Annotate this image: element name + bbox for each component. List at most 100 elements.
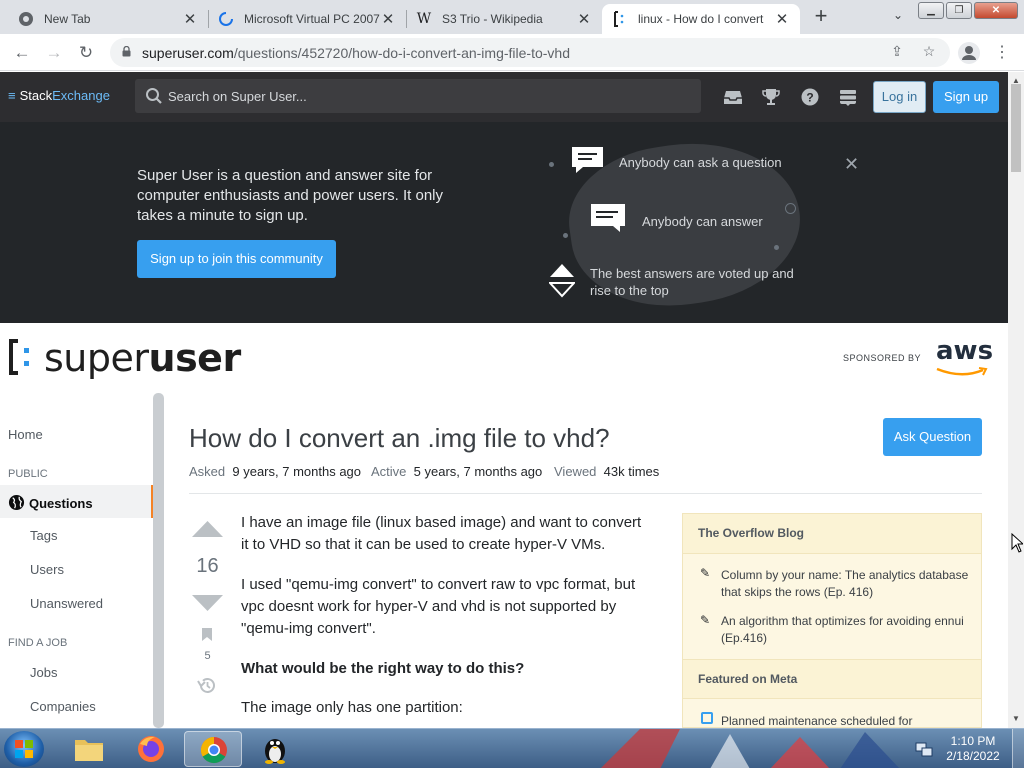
url-path: /questions/452720/how-do-i-convert-an-im… (233, 45, 570, 61)
superuser-icon (612, 11, 628, 27)
new-tab-button[interactable]: + (809, 5, 833, 28)
close-tab-icon[interactable]: ✕ (380, 10, 396, 28)
login-button[interactable]: Log in (873, 81, 926, 113)
taskbar-explorer[interactable] (60, 731, 118, 767)
tab-superuser[interactable]: linux - How do I convert ✕ (602, 4, 800, 34)
active-label: Active (371, 464, 407, 479)
tab-title: Microsoft Virtual PC 2007 (244, 12, 380, 26)
left-nav-scrollbar[interactable] (153, 393, 164, 728)
superuser-logo[interactable]: superuser (8, 336, 241, 380)
ask-question-button[interactable]: Ask Question (883, 418, 982, 456)
search-placeholder: Search on Super User... (168, 89, 307, 104)
feature-answer: Anybody can answer (642, 214, 763, 229)
start-button[interactable] (4, 731, 44, 767)
mouse-cursor-icon (1011, 533, 1023, 553)
reload-icon[interactable]: ↻ (75, 42, 97, 64)
forward-icon[interactable]: → (43, 42, 65, 64)
close-window-button[interactable]: ✕ (974, 2, 1018, 19)
chrome-icon (18, 11, 34, 27)
active-value[interactable]: 5 years, 7 months ago (414, 464, 543, 479)
restore-button[interactable]: ❐ (946, 2, 972, 19)
show-desktop-button[interactable] (1012, 729, 1024, 768)
tab-title: linux - How do I convert (638, 12, 764, 26)
join-community-button[interactable]: Sign up to join this community (137, 240, 336, 278)
nav-jobs[interactable]: Jobs (30, 665, 57, 680)
blog-link[interactable]: An algorithm that optimizes for avoiding… (721, 613, 971, 647)
post-paragraph: I have an image file (linux based image)… (241, 514, 642, 553)
profile-avatar-icon[interactable] (958, 42, 980, 64)
downvote-arrow-icon[interactable] (192, 595, 223, 612)
signup-hero-banner: Super User is a question and answer site… (0, 122, 1008, 323)
stackexchange-topbar: ≡ StackExchange Search on Super User... ? (0, 72, 1008, 122)
taskbar-linux-app[interactable] (246, 731, 304, 767)
address-bar[interactable]: superuser.com/questions/452720/how-do-i-… (110, 38, 950, 67)
hero-description: Super User is a question and answer site… (137, 167, 443, 224)
tab-search-icon[interactable]: ⌄ (888, 8, 908, 26)
logo-exchange-text: Exchange (52, 88, 110, 103)
post-paragraph: The image only has one partition: (241, 699, 463, 716)
inbox-icon[interactable] (723, 87, 743, 107)
nav-unanswered[interactable]: Unanswered (30, 596, 103, 611)
minimize-button[interactable]: ▁ (918, 2, 944, 19)
window-controls: ▁ ❐ ✕ (916, 2, 1018, 19)
globe-icon (8, 494, 25, 511)
page-scrollbar-thumb[interactable] (1011, 84, 1021, 172)
achievements-trophy-icon[interactable] (761, 87, 781, 107)
tab-wikipedia[interactable]: W S3 Trio - Wikipedia ✕ (406, 4, 602, 34)
nav-questions[interactable]: Questions (8, 494, 93, 511)
site-header: superuser SPONSORED BY aws (0, 323, 1008, 393)
menu-kebab-icon[interactable]: ⋮ (994, 42, 1010, 64)
svg-text:?: ? (806, 91, 813, 105)
browser-toolbar: ← → ↻ superuser.com/questions/452720/how… (0, 34, 1024, 71)
post-paragraph: I used "qemu-img convert" to convert raw… (241, 576, 636, 637)
active-meta: Active 5 years, 7 months ago (371, 464, 542, 479)
tab-strip: New Tab ✕ Microsoft Virtual PC 2007 ✕ W … (0, 0, 1024, 34)
search-input[interactable]: Search on Super User... (135, 79, 701, 113)
help-icon[interactable]: ? (800, 87, 820, 107)
bookmark-star-icon[interactable]: ☆ (920, 43, 938, 61)
windows-logo-icon (15, 740, 33, 758)
wallpaper-graphic (601, 729, 900, 768)
vote-count: 16 (196, 555, 219, 577)
scroll-down-arrow-icon[interactable]: ▼ (1012, 714, 1020, 723)
upvote-arrow-icon[interactable] (192, 521, 223, 538)
back-icon[interactable]: ← (11, 42, 33, 64)
blog-link[interactable]: Column by your name: The analytics datab… (721, 567, 971, 601)
meta-heading: Featured on Meta (683, 659, 981, 699)
tab-title: S3 Trio - Wikipedia (442, 12, 543, 26)
network-icon[interactable] (915, 740, 933, 758)
tab-new-tab[interactable]: New Tab ✕ (8, 4, 208, 34)
viewed-value: 43k times (603, 464, 660, 479)
nav-tags[interactable]: Tags (30, 528, 57, 543)
close-tab-icon[interactable]: ✕ (182, 10, 198, 28)
overflow-blog-widget: The Overflow Blog ✎ Column by your name:… (682, 513, 982, 728)
nav-companies[interactable]: Companies (30, 699, 96, 714)
nav-users[interactable]: Users (30, 562, 64, 577)
viewed-label: Viewed (554, 464, 597, 479)
bookmark-icon[interactable] (201, 627, 213, 642)
wikipedia-icon: W (416, 11, 432, 27)
close-tab-icon[interactable]: ✕ (576, 10, 592, 28)
aws-logo[interactable]: aws (936, 336, 994, 376)
nav-home[interactable]: Home (8, 427, 43, 442)
blog-heading: The Overflow Blog (683, 514, 981, 554)
stackexchange-logo[interactable]: ≡ StackExchange (8, 88, 110, 103)
taskbar-firefox[interactable] (122, 731, 180, 767)
chrome-icon (200, 736, 227, 764)
taskbar-chrome[interactable] (184, 731, 242, 767)
close-tab-icon[interactable]: ✕ (774, 10, 790, 28)
site-switcher-icon[interactable] (838, 87, 858, 107)
close-banner-icon[interactable]: ✕ (844, 154, 859, 175)
signup-button[interactable]: Sign up (933, 81, 999, 113)
tab-virtual-pc[interactable]: Microsoft Virtual PC 2007 ✕ (208, 4, 406, 34)
logo-stack-text: Stack (19, 88, 53, 103)
answer-icon (591, 204, 625, 232)
vote-arrows-icon (549, 264, 575, 298)
history-icon[interactable] (197, 676, 217, 695)
question-title[interactable]: How do I convert an .img file to vhd? (189, 423, 610, 454)
share-icon[interactable]: ⇪ (888, 43, 906, 61)
aws-text: aws (936, 336, 994, 366)
system-clock[interactable]: 1:10 PM 2/18/2022 (940, 734, 1006, 764)
feature-ask: Anybody can ask a question (619, 155, 782, 170)
logo-super-text: super (44, 336, 149, 380)
